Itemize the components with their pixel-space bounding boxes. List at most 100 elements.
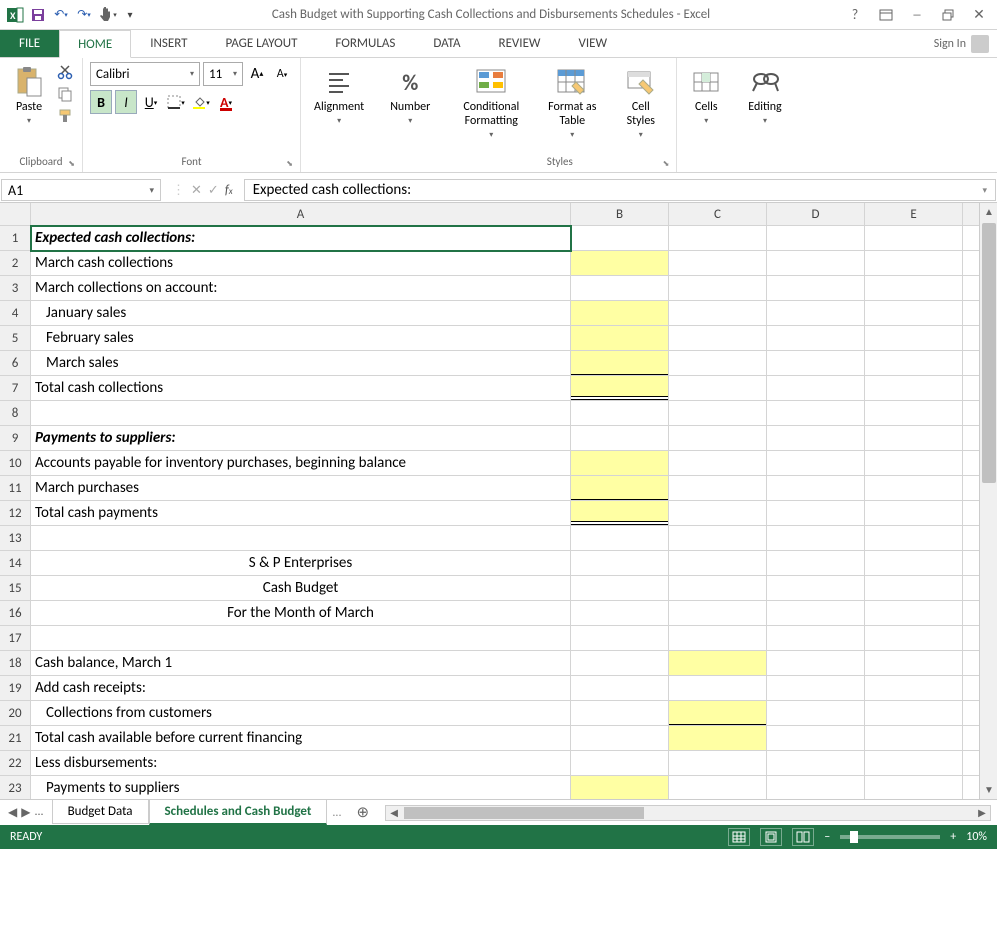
tab-file[interactable]: FILE: [0, 30, 59, 57]
select-all-corner[interactable]: [0, 203, 31, 226]
redo-icon[interactable]: ↷▾: [74, 5, 94, 25]
cell-E22[interactable]: [865, 751, 963, 776]
cell-D11[interactable]: [767, 476, 865, 501]
col-header-A[interactable]: A: [31, 203, 571, 226]
name-box[interactable]: A1 ▾: [1, 179, 161, 201]
tab-pagelayout[interactable]: PAGE LAYOUT: [207, 30, 317, 57]
col-header-B[interactable]: B: [571, 203, 669, 226]
row-header-20[interactable]: 20: [0, 701, 31, 726]
cell-C14[interactable]: [669, 551, 767, 576]
cell-E12[interactable]: [865, 501, 963, 526]
tab-insert[interactable]: INSERT: [131, 30, 206, 57]
cell-E1[interactable]: [865, 226, 963, 251]
cell-B7[interactable]: [571, 376, 669, 401]
cell-A18[interactable]: Cash balance, March 1: [31, 651, 571, 676]
cell-C19[interactable]: [669, 676, 767, 701]
cell-E23[interactable]: [865, 776, 963, 799]
help-icon[interactable]: ?: [842, 4, 868, 26]
cell-D15[interactable]: [767, 576, 865, 601]
cell-D7[interactable]: [767, 376, 865, 401]
undo-icon[interactable]: ↶▾: [51, 5, 71, 25]
row-header-17[interactable]: 17: [0, 626, 31, 651]
cell-B15[interactable]: [571, 576, 669, 601]
cell-A6[interactable]: March sales: [31, 351, 571, 376]
cell-A12[interactable]: Total cash payments: [31, 501, 571, 526]
cell-E7[interactable]: [865, 376, 963, 401]
cell-C23[interactable]: [669, 776, 767, 799]
number-button[interactable]: % Number ▾: [384, 62, 436, 130]
cells-button[interactable]: Cells ▾: [684, 62, 728, 130]
cell-A8[interactable]: [31, 401, 571, 426]
cell-A9[interactable]: Payments to suppliers:: [31, 426, 571, 451]
cell-C2[interactable]: [669, 251, 767, 276]
alignment-button[interactable]: Alignment ▾: [308, 62, 370, 130]
cell-D8[interactable]: [767, 401, 865, 426]
editing-button[interactable]: Editing ▾: [742, 62, 787, 130]
vertical-scrollbar[interactable]: ▲ ▼: [979, 203, 997, 799]
cell-C8[interactable]: [669, 401, 767, 426]
cell-A22[interactable]: Less disbursements:: [31, 751, 571, 776]
cell-D9[interactable]: [767, 426, 865, 451]
normal-view-icon[interactable]: [728, 828, 750, 846]
cell-B4[interactable]: [571, 301, 669, 326]
scroll-thumb[interactable]: [404, 807, 644, 819]
cell-E19[interactable]: [865, 676, 963, 701]
cell-B8[interactable]: [571, 401, 669, 426]
underline-button[interactable]: U▾: [140, 90, 162, 114]
cell-E8[interactable]: [865, 401, 963, 426]
font-color-button[interactable]: A ▾: [215, 90, 237, 114]
cell-A4[interactable]: January sales: [31, 301, 571, 326]
cell-D20[interactable]: [767, 701, 865, 726]
cell-E10[interactable]: [865, 451, 963, 476]
cell-B13[interactable]: [571, 526, 669, 551]
cell-C15[interactable]: [669, 576, 767, 601]
tab-formulas[interactable]: FORMULAS: [316, 30, 414, 57]
cell-D16[interactable]: [767, 601, 865, 626]
row-header-13[interactable]: 13: [0, 526, 31, 551]
cell-A10[interactable]: Accounts payable for inventory purchases…: [31, 451, 571, 476]
row-header-6[interactable]: 6: [0, 351, 31, 376]
fx-icon[interactable]: fx: [225, 183, 233, 198]
cell-B3[interactable]: [571, 276, 669, 301]
cell-D14[interactable]: [767, 551, 865, 576]
sheet-tab-schedules[interactable]: Schedules and Cash Budget: [149, 800, 328, 825]
cell-D12[interactable]: [767, 501, 865, 526]
cell-A7[interactable]: Total cash collections: [31, 376, 571, 401]
cell-B21[interactable]: [571, 726, 669, 751]
cell-D1[interactable]: [767, 226, 865, 251]
cell-B6[interactable]: [571, 351, 669, 376]
col-header-C[interactable]: C: [669, 203, 767, 226]
cell-E14[interactable]: [865, 551, 963, 576]
ribbon-display-icon[interactable]: [873, 4, 899, 26]
cell-A17[interactable]: [31, 626, 571, 651]
format-as-table-button[interactable]: Format as Table▾: [536, 62, 608, 144]
cell-B10[interactable]: [571, 451, 669, 476]
zoom-slider[interactable]: [840, 835, 940, 839]
shrink-font-icon[interactable]: A▾: [271, 62, 293, 86]
cell-C6[interactable]: [669, 351, 767, 376]
cut-icon[interactable]: [55, 62, 75, 82]
cell-B14[interactable]: [571, 551, 669, 576]
row-header-12[interactable]: 12: [0, 501, 31, 526]
cell-C11[interactable]: [669, 476, 767, 501]
qat-customize-icon[interactable]: ▾: [120, 5, 140, 25]
enter-formula-icon[interactable]: ✓: [208, 183, 219, 198]
cell-D18[interactable]: [767, 651, 865, 676]
sheet-more-icon[interactable]: ...: [34, 805, 43, 820]
col-header-E[interactable]: E: [865, 203, 963, 226]
cell-A19[interactable]: Add cash receipts:: [31, 676, 571, 701]
bold-button[interactable]: B: [90, 90, 112, 114]
cell-E17[interactable]: [865, 626, 963, 651]
cell-D3[interactable]: [767, 276, 865, 301]
sign-in[interactable]: Sign In: [926, 30, 997, 57]
cell-A16[interactable]: For the Month of March: [31, 601, 571, 626]
scroll-up-icon[interactable]: ▲: [980, 203, 997, 221]
row-header-8[interactable]: 8: [0, 401, 31, 426]
cell-E18[interactable]: [865, 651, 963, 676]
cell-B20[interactable]: [571, 701, 669, 726]
cell-C22[interactable]: [669, 751, 767, 776]
paste-button[interactable]: Paste ▾: [7, 62, 51, 130]
cell-E9[interactable]: [865, 426, 963, 451]
cell-C16[interactable]: [669, 601, 767, 626]
cell-D13[interactable]: [767, 526, 865, 551]
